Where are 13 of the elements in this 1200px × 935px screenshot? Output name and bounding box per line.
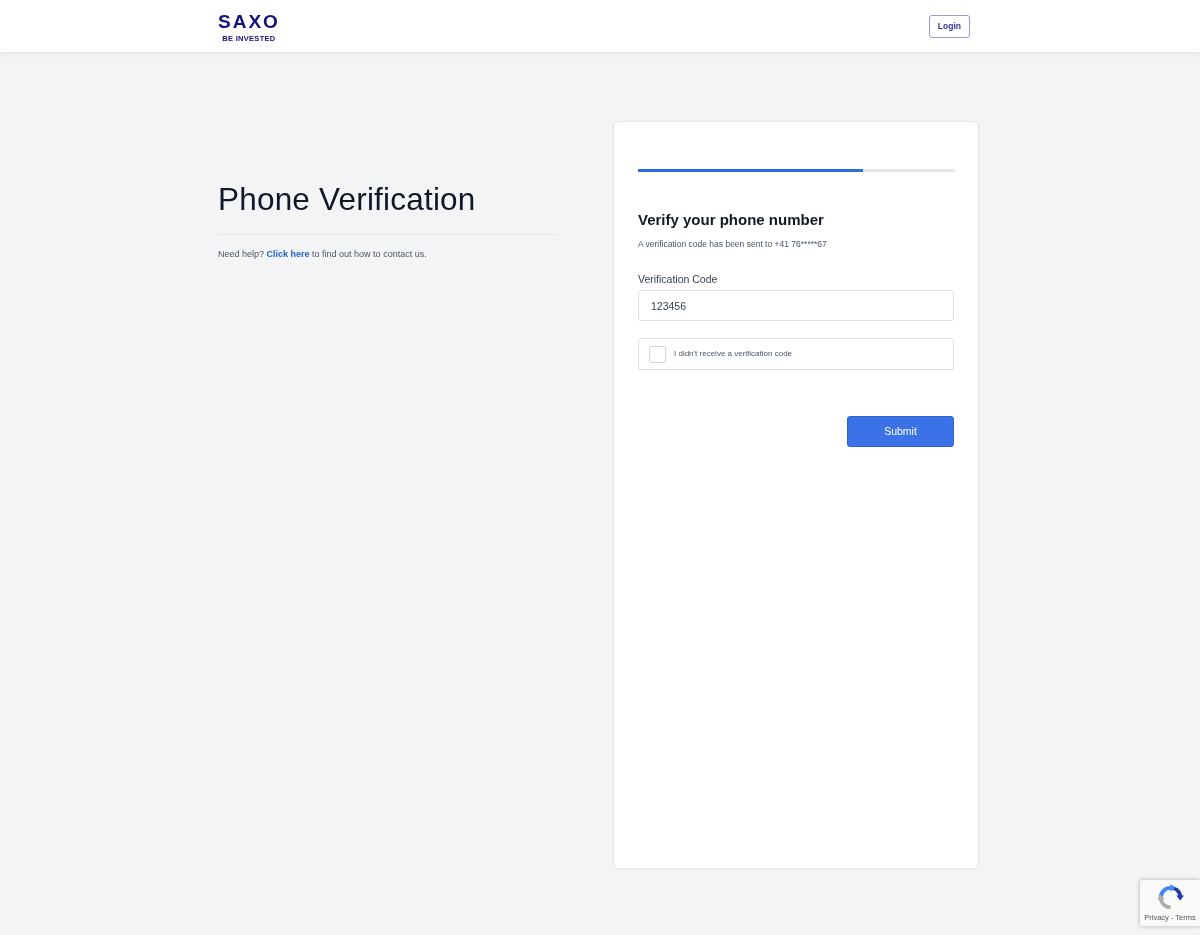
circular-arrows-icon xyxy=(1156,884,1184,911)
contact-link[interactable]: Click here xyxy=(266,249,310,259)
field-label: Verification Code xyxy=(638,272,719,286)
login-button[interactable]: Login xyxy=(928,14,970,38)
logo-wordmark[interactable]: SAXO xyxy=(218,11,280,31)
form-heading: Verify your phone number xyxy=(638,210,825,230)
page-title: Phone Verification xyxy=(218,180,477,218)
checkbox[interactable] xyxy=(649,345,666,363)
code-input[interactable]: 123456 xyxy=(638,290,954,321)
form-subtext: A verification code has been sent to +41 76*****67 xyxy=(638,238,828,250)
help-text: Need help? Click here to find out how to contact us. xyxy=(218,248,428,260)
checkbox-label[interactable]: I didn't receive a verification code xyxy=(674,349,793,359)
submit-button[interactable]: Submit xyxy=(847,416,954,447)
